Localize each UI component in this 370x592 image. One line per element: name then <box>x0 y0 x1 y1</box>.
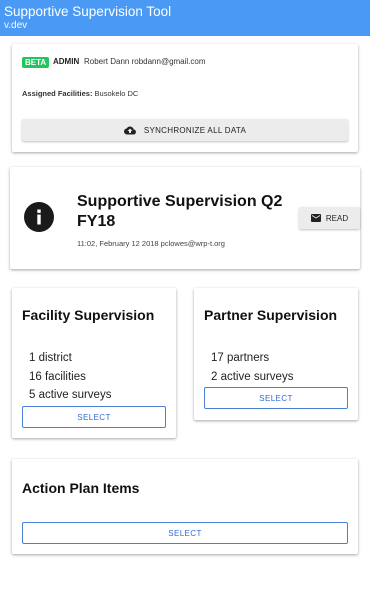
survey-card: Supportive Supervision Q2 FY18 11:02, Fe… <box>10 167 360 269</box>
mail-icon <box>310 214 321 222</box>
assigned-facilities: Assigned Facilities: Busokelo DC <box>22 89 138 98</box>
user-card: BETA ADMIN Robert Dann robdann@gmail.com… <box>12 44 358 152</box>
facility-supervision-card: Facility Supervision 1 district 16 facil… <box>12 288 176 438</box>
assigned-facilities-value: Busokelo DC <box>94 89 139 98</box>
info-icon <box>24 202 54 232</box>
action-plan-select-button[interactable]: SELECT <box>22 522 348 544</box>
synchronize-label: SYNCHRONIZE ALL DATA <box>143 125 247 135</box>
synchronize-button[interactable]: SYNCHRONIZE ALL DATA <box>22 119 348 141</box>
partner-supervision-card: Partner Supervision 17 partners 2 active… <box>194 288 358 420</box>
survey-title: Supportive Supervision Q2 FY18 <box>77 193 283 230</box>
role-label: ADMIN <box>53 57 80 66</box>
assigned-facilities-label: Assigned Facilities: <box>22 89 93 98</box>
facility-supervision-title: Facility Supervision <box>22 307 155 323</box>
user-info: Robert Dann robdann@gmail.com <box>84 57 206 66</box>
facility-stat-districts: 1 district <box>29 352 72 364</box>
app-bar: Supportive Supervision Tool v.dev <box>0 0 370 36</box>
partner-stat-surveys: 2 active surveys <box>211 371 294 383</box>
action-plan-card: Action Plan Items SELECT <box>12 459 358 554</box>
read-button[interactable]: READ <box>299 207 360 229</box>
partner-supervision-title: Partner Supervision <box>204 307 338 323</box>
action-plan-select-label: SELECT <box>168 528 202 538</box>
read-label: READ <box>325 213 349 223</box>
app-title: Supportive Supervision Tool <box>4 4 172 19</box>
cloud-upload-icon <box>123 125 136 134</box>
facility-select-label: SELECT <box>77 412 111 422</box>
facility-select-button[interactable]: SELECT <box>22 406 166 428</box>
action-plan-title: Action Plan Items <box>22 480 140 496</box>
partner-stat-partners: 17 partners <box>211 352 270 364</box>
app-version: v.dev <box>4 20 28 31</box>
beta-badge: BETA <box>22 57 50 68</box>
facility-stat-surveys: 5 active surveys <box>29 389 112 401</box>
partner-select-label: SELECT <box>259 393 293 403</box>
survey-meta: 11:02, February 12 2018 pclowes@wrp-t.or… <box>77 239 225 248</box>
facility-stat-facilities: 16 facilities <box>29 371 86 383</box>
partner-select-button[interactable]: SELECT <box>204 387 348 409</box>
